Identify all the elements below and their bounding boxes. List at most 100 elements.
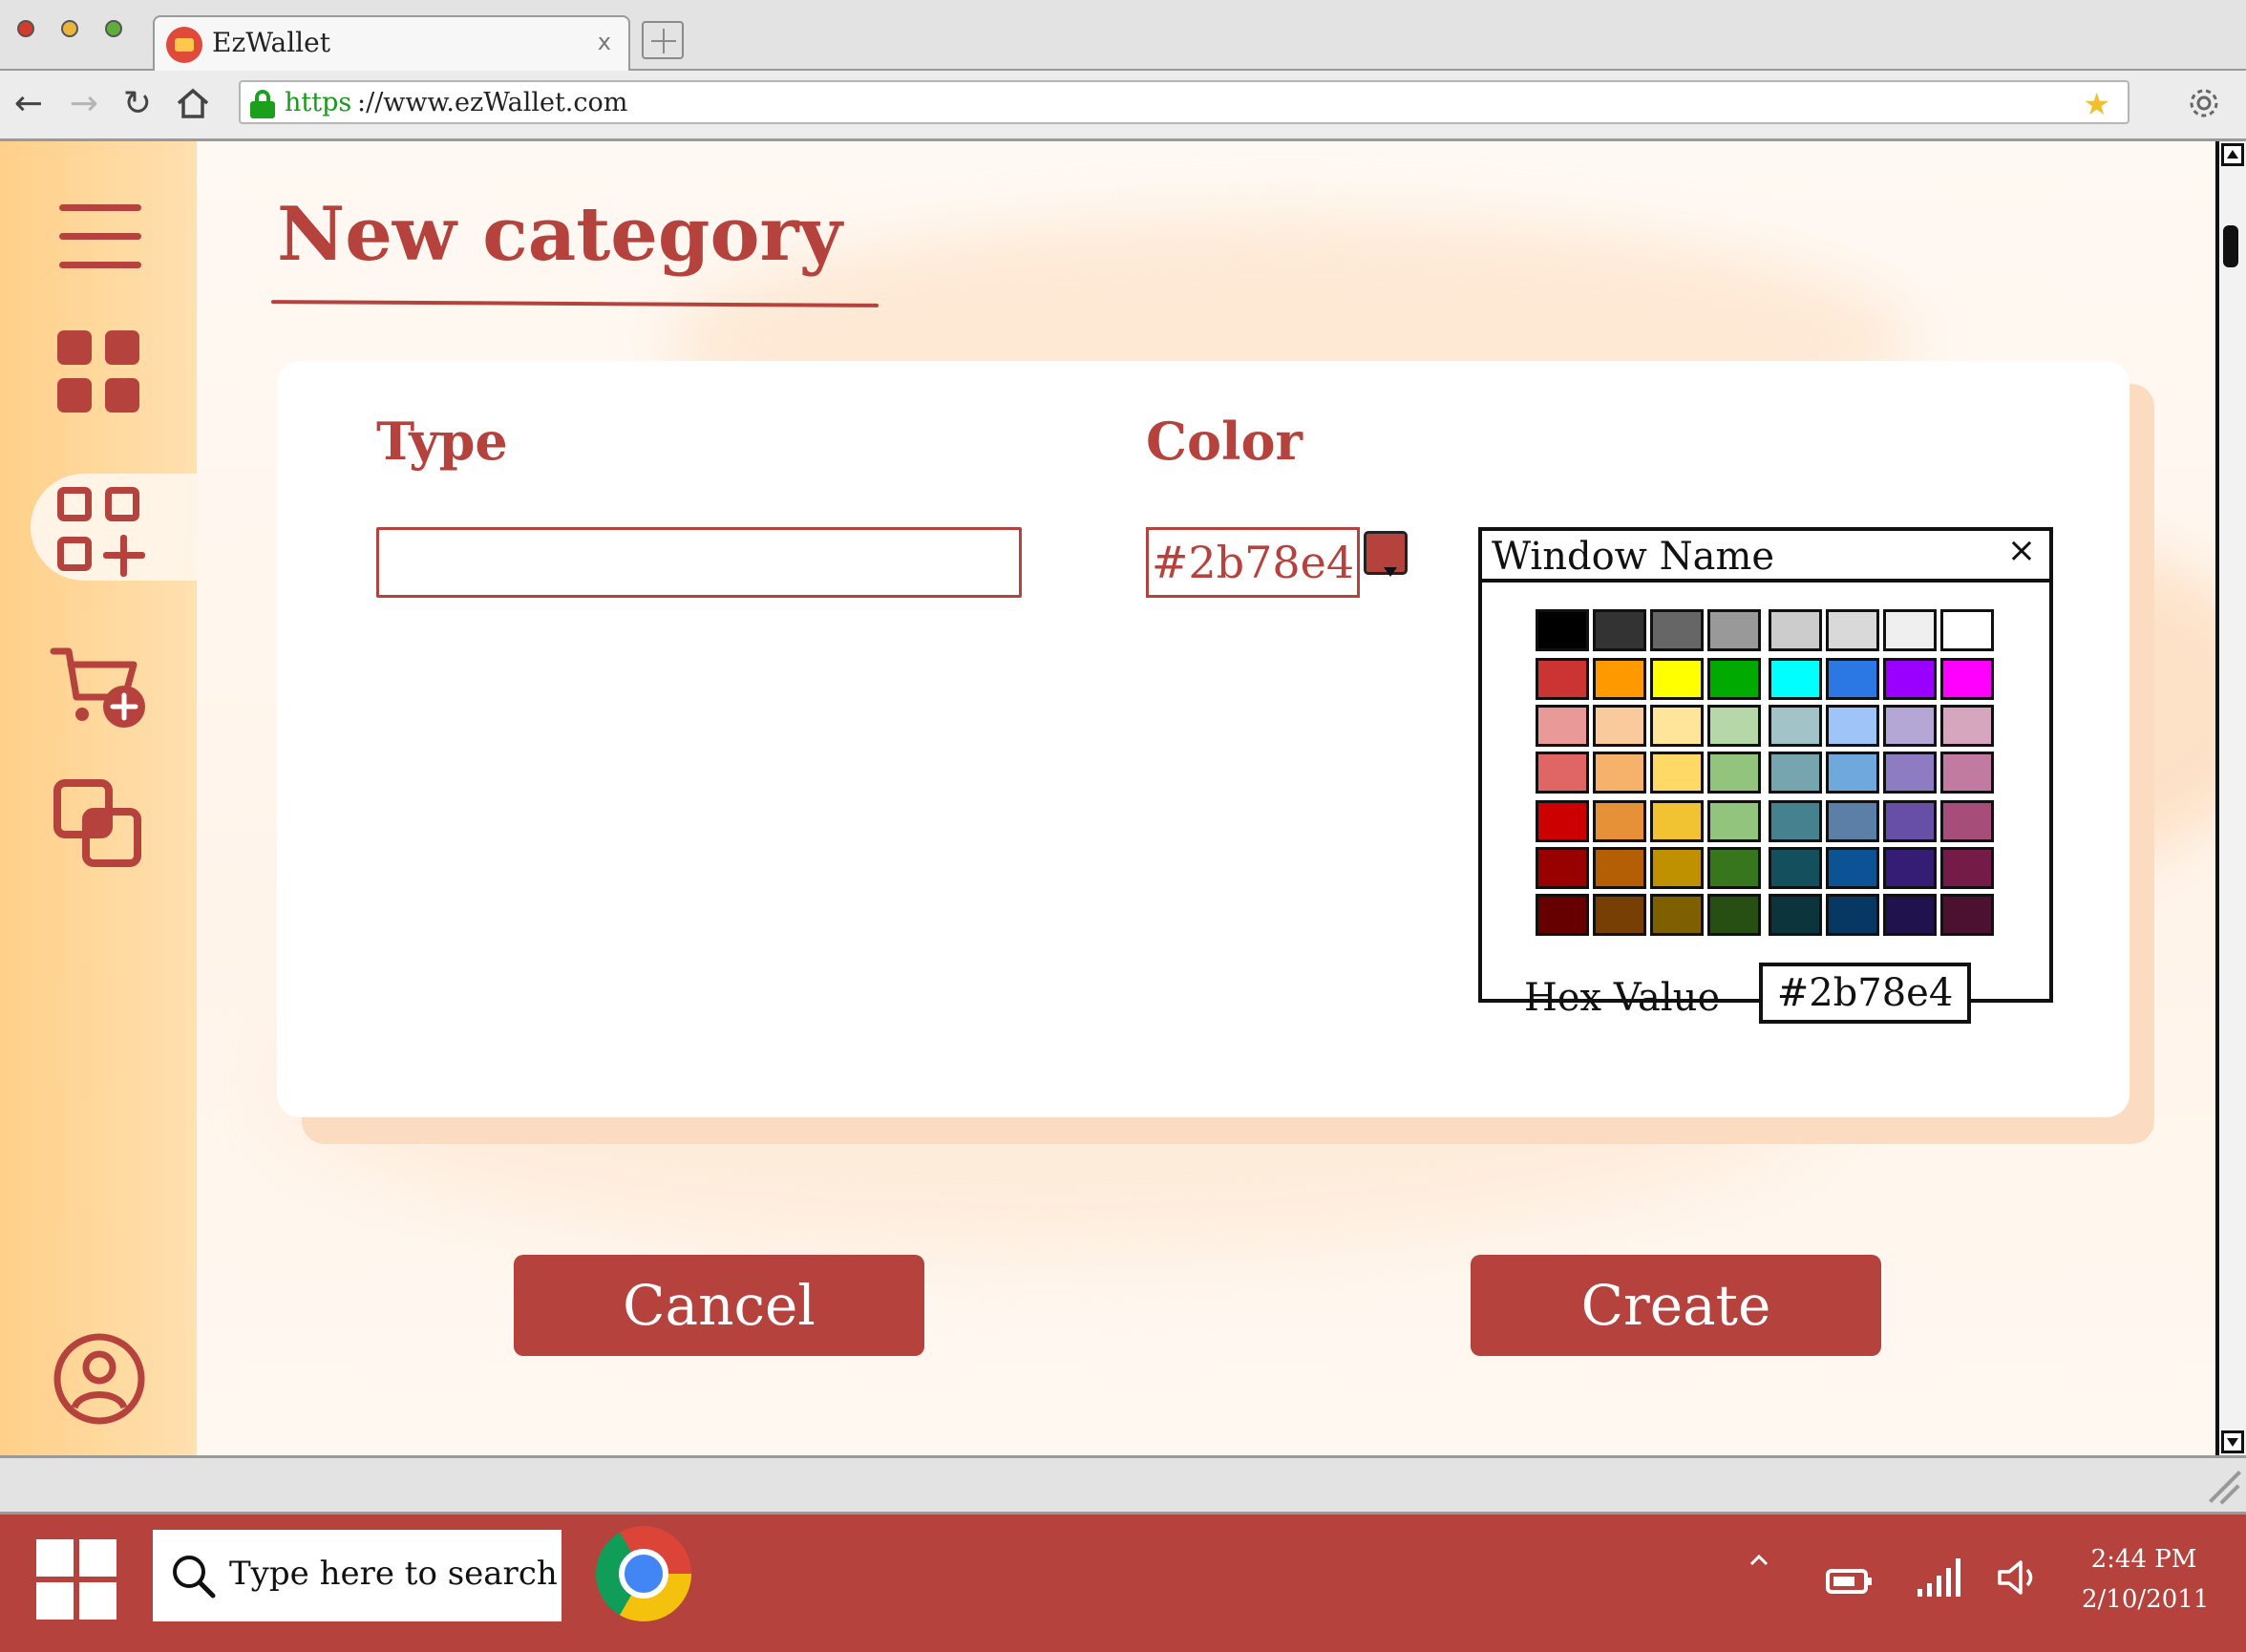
new-tab-button[interactable] [642,21,684,59]
color-swatch[interactable] [1940,847,1994,889]
color-swatch[interactable] [1883,658,1937,700]
picker-close-icon[interactable]: × [2007,531,2036,570]
color-swatch[interactable] [1593,847,1646,889]
color-swatch[interactable] [1536,609,1589,651]
color-swatch[interactable] [1769,800,1822,842]
scroll-down-arrow-icon[interactable] [2221,1430,2244,1453]
picker-window-name: Window Name [1492,535,1775,579]
color-swatch[interactable] [1593,800,1646,842]
color-swatch[interactable] [1883,752,1937,794]
color-swatch[interactable] [1940,752,1994,794]
cancel-button[interactable]: Cancel [514,1255,924,1356]
color-swatch[interactable] [1826,658,1879,700]
resize-grip-icon[interactable] [2200,1468,2238,1506]
taskbar-search-box[interactable]: Type here to search [153,1530,562,1621]
color-swatch[interactable] [1940,894,1994,936]
color-swatch[interactable] [1536,705,1589,747]
clock-time: 2:44 PM [2090,1545,2197,1574]
color-swatch[interactable] [1707,752,1761,794]
chrome-icon[interactable] [596,1526,691,1621]
color-swatch[interactable] [1769,847,1822,889]
sidebar-item-profile[interactable] [0,1324,197,1429]
sidebar-item-groups[interactable] [0,770,197,875]
color-swatch[interactable] [1769,752,1822,794]
color-swatch[interactable] [1769,894,1822,936]
color-swatch[interactable] [1593,752,1646,794]
color-swatch[interactable] [1707,705,1761,747]
hex-value-input[interactable]: #2b78e4 [1759,963,1971,1024]
color-swatch[interactable] [1826,752,1879,794]
color-swatch[interactable] [1826,609,1879,651]
color-swatch[interactable] [1707,658,1761,700]
settings-gear-icon[interactable] [2183,82,2225,124]
color-swatch[interactable] [1593,894,1646,936]
color-swatch[interactable] [1826,847,1879,889]
sidebar-item-add-transaction[interactable] [0,630,197,735]
bookmark-star-icon[interactable]: ★ [2083,86,2110,122]
color-swatch[interactable] [1536,894,1589,936]
scroll-thumb[interactable] [2223,225,2238,267]
color-swatch[interactable] [1536,658,1589,700]
sidebar-item-menu[interactable] [0,170,197,275]
color-swatch[interactable] [1883,894,1937,936]
color-swatch[interactable] [1650,800,1704,842]
color-swatch[interactable] [1769,609,1822,651]
scroll-up-arrow-icon[interactable] [2221,143,2244,166]
taskbar-clock[interactable]: 2:44 PM 2/10/2011 [2082,1539,2209,1620]
color-picker-window: Window Name × Hex Value #2b78e4 [1478,527,2053,1024]
color-swatch[interactable] [1826,894,1879,936]
color-swatch[interactable] [1650,658,1704,700]
color-swatch[interactable] [1536,847,1589,889]
color-swatch[interactable] [1650,894,1704,936]
battery-icon[interactable] [1826,1568,1874,1599]
wallet-icon [166,27,202,63]
color-swatch[interactable] [1940,705,1994,747]
color-swatch[interactable] [1769,658,1822,700]
color-swatch[interactable] [1940,609,1994,651]
tray-expand-icon[interactable] [1749,1553,1769,1572]
forward-arrow-icon[interactable]: → [63,82,105,124]
color-swatch[interactable] [1650,609,1704,651]
color-swatch[interactable] [1593,609,1646,651]
browser-tab[interactable]: EzWallet x [153,15,630,74]
color-swatch[interactable] [1883,705,1937,747]
tab-close-button[interactable]: x [598,29,611,55]
color-swatch[interactable] [1707,847,1761,889]
color-swatch[interactable] [1826,800,1879,842]
color-swatch[interactable] [1536,752,1589,794]
color-swatch[interactable] [1593,705,1646,747]
home-icon[interactable] [172,82,214,124]
color-swatch[interactable] [1707,800,1761,842]
color-swatch[interactable] [1707,894,1761,936]
page-content: New category Type Color #2b78e4 Window N… [0,141,2215,1455]
reload-icon[interactable]: ↻ [117,82,159,124]
color-swatch[interactable] [1940,800,1994,842]
create-button[interactable]: Create [1471,1255,1881,1356]
color-swatch[interactable] [1650,847,1704,889]
minimize-window-button[interactable] [61,20,78,37]
color-swatch[interactable] [1826,705,1879,747]
signal-strength-icon[interactable] [1916,1557,1965,1602]
color-swatch[interactable] [1536,800,1589,842]
sidebar-item-dashboard[interactable] [0,317,197,422]
vertical-scrollbar[interactable] [2215,141,2246,1455]
close-window-button[interactable] [17,20,34,37]
volume-icon[interactable] [1996,1558,2044,1600]
color-swatch[interactable] [1707,609,1761,651]
color-swatch-dropdown[interactable] [1364,531,1408,577]
color-swatch[interactable] [1883,800,1937,842]
color-swatch[interactable] [1593,658,1646,700]
color-swatch[interactable] [1883,609,1937,651]
color-swatch[interactable] [1883,847,1937,889]
address-bar[interactable]: https ://www.ezWallet.com ★ [239,80,2129,124]
maximize-window-button[interactable] [105,20,122,37]
back-arrow-icon[interactable]: ← [8,82,50,124]
sidebar-item-new-category[interactable] [31,474,197,581]
color-swatch[interactable] [1940,658,1994,700]
type-input[interactable] [376,527,1022,598]
windows-start-icon[interactable] [36,1539,117,1620]
color-swatch[interactable] [1769,705,1822,747]
color-value-field[interactable]: #2b78e4 [1146,527,1360,598]
color-swatch[interactable] [1650,752,1704,794]
color-swatch[interactable] [1650,705,1704,747]
